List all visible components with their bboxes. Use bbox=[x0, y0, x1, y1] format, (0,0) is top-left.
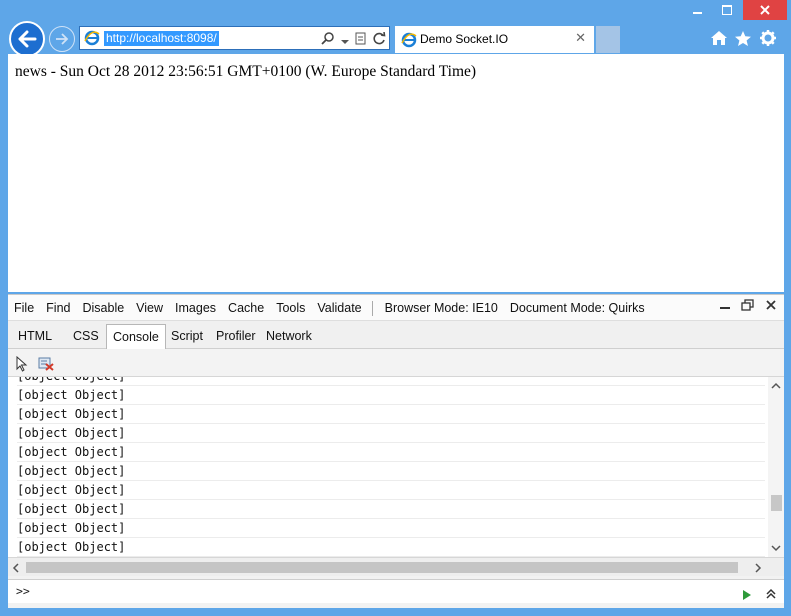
scroll-down-icon[interactable] bbox=[771, 545, 781, 552]
dropdown-icon[interactable] bbox=[341, 30, 349, 49]
tab-profiler[interactable]: Profiler bbox=[210, 324, 262, 349]
tab-console[interactable]: Console bbox=[106, 324, 166, 349]
tab-close-icon[interactable]: ✕ bbox=[575, 31, 586, 46]
devtools-menu-bar: File Find Disable View Images Cache Tool… bbox=[8, 295, 784, 321]
settings-gear-icon[interactable] bbox=[758, 28, 778, 48]
refresh-icon[interactable] bbox=[373, 30, 386, 49]
home-icon[interactable] bbox=[709, 28, 729, 48]
console-row: [object Object] bbox=[17, 377, 765, 386]
menu-divider bbox=[371, 301, 373, 316]
tab-title: Demo Socket.IO bbox=[420, 32, 509, 46]
compatibility-icon[interactable] bbox=[355, 30, 367, 49]
vertical-scroll-thumb[interactable] bbox=[771, 495, 782, 511]
scroll-left-icon[interactable] bbox=[12, 563, 19, 573]
menu-cache[interactable]: Cache bbox=[228, 301, 264, 316]
page-content: news - Sun Oct 28 2012 23:56:51 GMT+0100… bbox=[8, 54, 784, 292]
close-window-button[interactable] bbox=[743, 0, 787, 20]
menu-file[interactable]: File bbox=[14, 301, 34, 316]
horizontal-scroll-thumb[interactable] bbox=[26, 562, 738, 573]
console-row: [object Object] bbox=[17, 462, 765, 481]
menu-disable[interactable]: Disable bbox=[82, 301, 124, 316]
console-row: [object Object] bbox=[17, 500, 765, 519]
tab-css[interactable]: CSS bbox=[67, 324, 105, 349]
console-prompt: >> bbox=[16, 584, 30, 598]
console-row: [object Object] bbox=[17, 386, 765, 405]
menu-images[interactable]: Images bbox=[175, 301, 216, 316]
back-button[interactable] bbox=[9, 21, 45, 57]
tab-demo-socketio[interactable]: Demo Socket.IO ✕ bbox=[395, 26, 594, 53]
tab-network[interactable]: Network bbox=[260, 324, 318, 349]
devtools-undock-icon[interactable] bbox=[737, 299, 757, 315]
back-arrow-icon bbox=[18, 30, 37, 48]
console-row: [object Object] bbox=[17, 481, 765, 500]
maximize-button[interactable] bbox=[713, 0, 741, 20]
console-row: [object Object] bbox=[17, 405, 765, 424]
console-horizontal-scrollbar[interactable] bbox=[8, 557, 784, 576]
console-row: [object Object] bbox=[17, 424, 765, 443]
close-icon bbox=[760, 5, 770, 15]
address-bar[interactable]: http://localhost:8098/ bbox=[79, 26, 390, 50]
scroll-up-icon[interactable] bbox=[771, 382, 781, 389]
menu-tools[interactable]: Tools bbox=[276, 301, 305, 316]
developer-tools-panel: File Find Disable View Images Cache Tool… bbox=[8, 294, 784, 608]
news-text: news - Sun Oct 28 2012 23:56:51 GMT+0100… bbox=[15, 63, 477, 80]
address-url[interactable]: http://localhost:8098/ bbox=[104, 31, 219, 46]
console-vertical-scrollbar[interactable] bbox=[768, 377, 784, 557]
console-row: [object Object] bbox=[17, 538, 765, 557]
run-script-icon[interactable] bbox=[742, 586, 752, 605]
tab-script[interactable]: Script bbox=[165, 324, 209, 349]
select-element-icon[interactable] bbox=[16, 355, 28, 376]
devtools-tab-bar: HTML CSS Console Script Profiler Network bbox=[8, 321, 784, 349]
search-icon[interactable] bbox=[321, 30, 335, 49]
tab-html[interactable]: HTML bbox=[12, 324, 58, 349]
expand-icon[interactable] bbox=[766, 585, 776, 604]
minimize-button[interactable] bbox=[683, 0, 711, 20]
menu-view[interactable]: View bbox=[136, 301, 163, 316]
console-row: [object Object] bbox=[17, 443, 765, 462]
console-output: [object Object] [object Object] [object … bbox=[8, 377, 768, 557]
menu-validate[interactable]: Validate bbox=[317, 301, 361, 316]
favorites-star-icon[interactable] bbox=[733, 28, 753, 48]
clear-console-icon[interactable] bbox=[38, 356, 54, 375]
console-row: [object Object] bbox=[17, 519, 765, 538]
devtools-close-icon[interactable] bbox=[761, 299, 781, 314]
browser-window: http://localhost:8098/ Demo Socket.IO ✕ … bbox=[0, 0, 791, 616]
ie-logo-icon bbox=[84, 30, 100, 50]
menu-document-mode[interactable]: Document Mode: Quirks bbox=[510, 301, 645, 316]
menu-find[interactable]: Find bbox=[46, 301, 70, 316]
console-toolbar bbox=[8, 349, 784, 377]
forward-arrow-icon bbox=[56, 33, 69, 45]
ie-logo-icon bbox=[401, 32, 417, 52]
forward-button[interactable] bbox=[49, 26, 75, 52]
console-command-line[interactable]: >> bbox=[8, 579, 784, 603]
menu-browser-mode[interactable]: Browser Mode: IE10 bbox=[385, 301, 498, 316]
new-tab-button[interactable] bbox=[596, 26, 620, 53]
devtools-minimize-icon[interactable] bbox=[715, 299, 735, 314]
scroll-right-icon[interactable] bbox=[755, 563, 762, 573]
